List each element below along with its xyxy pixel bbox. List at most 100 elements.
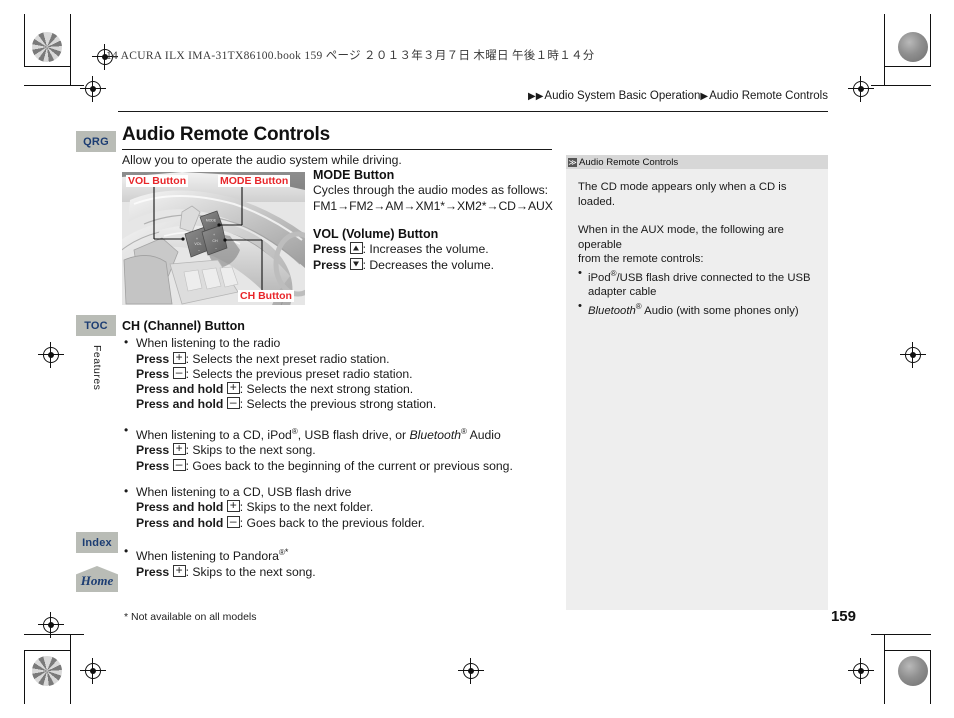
crop-rule-tl-v	[24, 14, 26, 66]
vol-press-down-label: Press	[313, 257, 347, 272]
svg-text:+: +	[213, 233, 215, 237]
sidebar-tab-index[interactable]: Index	[76, 532, 118, 553]
ch-pandora-bullet-pre: When listening to Pandora	[136, 549, 279, 563]
ch-pandora-desc-1: : Skips to the next song.	[185, 564, 316, 579]
svg-text:MODE: MODE	[206, 219, 217, 223]
ch-group-media: When listening to a CD, iPod®, USB flash…	[122, 423, 562, 474]
ch-folder-line-1: Press and hold : Skips to the next folde…	[122, 500, 562, 515]
title-underline	[122, 149, 552, 151]
ch-radio-desc-1: : Selects the next preset radio station.	[185, 351, 390, 366]
info-panel-title: Audio Remote Controls	[579, 156, 679, 168]
vol-press-up-desc: : Increases the volume.	[362, 242, 489, 256]
minus-key-icon	[226, 515, 240, 528]
crop-rule-bl-v	[24, 650, 26, 704]
ch-radio-desc-4: : Selects the previous strong station.	[239, 397, 437, 412]
crop-rule-tr-h	[884, 66, 931, 68]
plus-key-icon	[172, 564, 186, 577]
crop-rule-tr-v	[884, 14, 886, 86]
reg-mark-right-mid	[900, 342, 926, 368]
crop-rule-tl-v2	[70, 14, 72, 86]
vol-button-heading: VOL (Volume) Button	[313, 227, 439, 241]
footnote-star-icon: *	[284, 546, 289, 557]
crop-rule-br-v2	[930, 650, 932, 704]
breadcrumb-item-audio-system-basic-operation[interactable]: Audio System Basic Operation	[544, 90, 700, 102]
ch-radio-action-3: Press and hold	[136, 382, 224, 397]
color-patch-top-left	[32, 32, 62, 62]
ch-group-pandora-bullet: When listening to Pandora®*	[122, 544, 562, 565]
header-divider	[118, 111, 828, 113]
sidebar-tab-qrg[interactable]: QRG	[76, 131, 116, 152]
info-bullet1-pre: iPod	[588, 271, 611, 284]
info-bullet-bluetooth-audio: Bluetooth® Audio (with some phones only)	[578, 299, 816, 318]
crop-rule-br-h	[884, 650, 931, 652]
ch-group-radio-bullet: When listening to the radio	[122, 335, 562, 352]
ch-group-radio: When listening to the radio Press : Sele…	[122, 335, 562, 413]
info-panel: ≫ Audio Remote Controls The CD mode appe…	[566, 155, 828, 610]
svg-text:–: –	[215, 246, 217, 250]
ch-radio-desc-3: : Selects the next strong station.	[239, 382, 414, 397]
svg-text:+: +	[196, 237, 198, 241]
ch-button-section: CH (Channel) Button When listening to th…	[122, 319, 562, 580]
ch-folder-desc-1: : Skips to the next folder.	[239, 500, 374, 515]
home-label: Home	[80, 573, 114, 588]
ch-radio-desc-2: : Selects the previous preset radio stat…	[185, 366, 413, 381]
vol-press-down-desc: : Decreases the volume.	[362, 257, 495, 272]
color-patch-bottom-right	[898, 656, 928, 686]
minus-key-icon	[172, 366, 186, 379]
info-marker-icon: ≫	[568, 157, 577, 167]
crop-rule-tr-v2	[930, 14, 932, 66]
ch-radio-line-3: Press and hold : Selects the next strong…	[122, 382, 562, 397]
sidebar-tab-home[interactable]: Home	[76, 566, 118, 592]
vol-press-up-label: Press	[313, 242, 347, 256]
svg-text:–: –	[198, 248, 200, 252]
intro-text: Allow you to operate the audio system wh…	[122, 153, 402, 167]
breadcrumb-arrow-icon: ▶	[700, 90, 709, 102]
ch-group-pandora: When listening to Pandora®* Press : Skip…	[122, 544, 562, 580]
info-para-1: The CD mode appears only when a CD is lo…	[578, 181, 787, 208]
color-patch-bottom-left	[32, 656, 62, 686]
ch-radio-line-4: Press and hold : Selects the previous st…	[122, 397, 562, 412]
ch-folder-action-1: Press and hold	[136, 500, 224, 515]
ch-group-media-bullet: When listening to a CD, iPod®, USB flash…	[122, 423, 562, 444]
ch-group-folder-bullet: When listening to a CD, USB flash drive	[122, 484, 562, 501]
ch-button-heading: CH (Channel) Button	[122, 319, 245, 333]
ch-media-desc-2: : Goes back to the beginning of the curr…	[185, 458, 513, 473]
ch-media-line-2: Press : Goes back to the beginning of th…	[122, 458, 562, 474]
plus-key-icon	[226, 382, 240, 395]
photo-label-mode-button: MODE Button	[218, 175, 291, 187]
ch-radio-line-2: Press : Selects the previous preset radi…	[122, 366, 562, 382]
print-info-line: 14 ACURA ILX IMA-31TX86100.book 159 ページ …	[106, 50, 595, 62]
ch-folder-desc-2: : Goes back to the previous folder.	[239, 515, 425, 530]
ch-pandora-action-1: Press	[136, 564, 170, 579]
info-bullet2-post: Audio (with some phones only)	[641, 304, 799, 317]
ch-pandora-line-1: Press : Skips to the next song.	[122, 564, 562, 580]
page-number: 159	[830, 608, 856, 625]
svg-text:VOL: VOL	[194, 242, 201, 246]
mode-button-line1: Cycles through the audio modes as follow…	[313, 183, 549, 197]
reg-mark-top-right	[848, 76, 874, 102]
breadcrumb-item-audio-remote-controls[interactable]: Audio Remote Controls	[709, 90, 828, 102]
crop-rule-br-h2	[871, 634, 931, 636]
triangle-down-icon	[349, 257, 363, 270]
svg-text:CH: CH	[212, 239, 218, 243]
mode-button-heading: MODE Button	[313, 168, 395, 182]
reg-mark-bottom-left-lower	[80, 658, 106, 684]
ch-group-folder: When listening to a CD, USB flash drive …	[122, 484, 562, 531]
plus-key-icon	[226, 500, 240, 513]
breadcrumb-double-arrow-icon: ▶▶	[528, 90, 544, 102]
ch-media-action-2: Press	[136, 458, 170, 473]
reg-mark-bottom-center	[458, 658, 484, 684]
minus-key-icon	[226, 397, 240, 410]
sidebar-tab-toc[interactable]: TOC	[76, 315, 116, 336]
info-panel-header: ≫ Audio Remote Controls	[566, 155, 828, 169]
info-bullet-ipod-usb: iPod®/USB flash drive connected to the U…	[578, 266, 816, 300]
info-bullet1-post: /USB flash drive connected to the USB	[616, 271, 811, 284]
ch-media-bullet-post: Audio	[466, 427, 501, 442]
section-vertical-label-features: Features	[91, 345, 103, 391]
ch-media-bullet-pre: When listening to a CD, iPod	[136, 427, 292, 442]
ch-media-line-1: Press : Skips to the next song.	[122, 443, 562, 458]
footnote-text: * Not available on all models	[124, 611, 257, 623]
ch-radio-action-4: Press and hold	[136, 397, 224, 412]
reg-mark-bottom-right	[848, 658, 874, 684]
page-title: Audio Remote Controls	[122, 124, 330, 145]
